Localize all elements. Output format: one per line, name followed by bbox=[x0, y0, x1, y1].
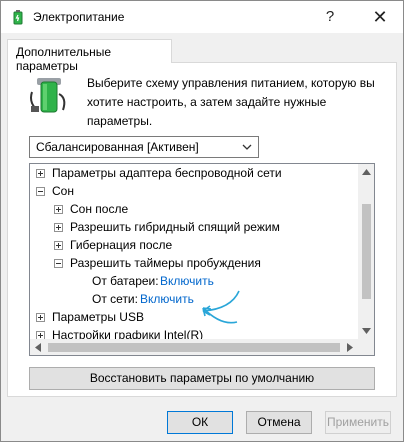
battery-power-icon bbox=[30, 78, 66, 113]
collapse-minus-icon[interactable] bbox=[36, 187, 45, 196]
apply-button[interactable]: Применить bbox=[325, 411, 391, 434]
tree-item-label: Сон после bbox=[70, 202, 129, 216]
expand-plus-icon[interactable] bbox=[54, 223, 63, 232]
tree-item-label: Гибернация после bbox=[70, 238, 173, 252]
tree-item-on-battery: От батареи: Включить bbox=[30, 272, 358, 290]
collapse-minus-icon[interactable] bbox=[54, 259, 63, 268]
settings-tree-viewport: Параметры адаптера беспроводной сети Сон… bbox=[30, 164, 358, 339]
tree-item-label: Сон bbox=[52, 184, 74, 198]
annotation-arrow-plugged-in bbox=[202, 307, 238, 324]
expand-plus-icon[interactable] bbox=[36, 313, 45, 322]
tree-item-hybrid-sleep[interactable]: Разрешить гибридный спящий режим bbox=[30, 218, 358, 236]
ok-button[interactable]: ОК bbox=[167, 411, 233, 434]
scrollbar-corner bbox=[358, 339, 374, 355]
description-text: Выберите схему управления питанием, кото… bbox=[87, 76, 375, 128]
scroll-up-arrow-icon[interactable] bbox=[362, 169, 371, 175]
power-scheme-dropdown[interactable]: Сбалансированная [Активен] bbox=[29, 136, 259, 158]
tree-item-intel-graphics[interactable]: Настройки графики Intel(R) bbox=[30, 326, 358, 339]
scroll-left-arrow-icon[interactable] bbox=[35, 343, 41, 352]
setting-label: От батареи: bbox=[92, 274, 159, 288]
tree-item-sleep[interactable]: Сон bbox=[30, 182, 358, 200]
tree-item-usb-settings[interactable]: Параметры USB bbox=[30, 308, 358, 326]
help-button[interactable]: ? bbox=[307, 1, 353, 33]
tree-item-label: Настройки графики Intel(R) bbox=[52, 328, 204, 339]
power-scheme-selected: Сбалансированная [Активен] bbox=[36, 140, 199, 154]
tree-item-label: Разрешить таймеры пробуждения bbox=[70, 256, 261, 270]
tree-item-label: Разрешить гибридный спящий режим bbox=[70, 220, 280, 234]
tab-advanced-settings[interactable]: Дополнительные параметры bbox=[7, 39, 172, 73]
tree-item-label: Параметры адаптера беспроводной сети bbox=[52, 166, 282, 180]
expand-plus-icon[interactable] bbox=[36, 169, 45, 178]
close-button[interactable]: ✕ bbox=[357, 1, 403, 33]
tree-item-label: Параметры USB bbox=[52, 310, 144, 324]
plugged-in-value-link[interactable]: Включить bbox=[140, 290, 194, 308]
expand-plus-icon[interactable] bbox=[54, 205, 63, 214]
tree-item-plugged-in: От сети: Включить bbox=[30, 290, 358, 308]
setting-label: От сети: bbox=[92, 292, 138, 306]
scroll-down-arrow-icon[interactable] bbox=[362, 328, 371, 334]
tree-item-hibernate-after[interactable]: Гибернация после bbox=[30, 236, 358, 254]
tree-item-wake-timers[interactable]: Разрешить таймеры пробуждения bbox=[30, 254, 358, 272]
restore-defaults-button[interactable]: Восстановить параметры по умолчанию bbox=[29, 367, 375, 390]
horizontal-scroll-thumb[interactable] bbox=[48, 343, 340, 352]
vertical-scrollbar[interactable] bbox=[358, 164, 374, 339]
tree-item-wireless-adapter[interactable]: Параметры адаптера беспроводной сети bbox=[30, 164, 358, 182]
cancel-button[interactable]: Отмена bbox=[246, 411, 312, 434]
window-title: Электропитание bbox=[33, 10, 125, 24]
chevron-down-icon bbox=[242, 144, 252, 150]
horizontal-scrollbar[interactable] bbox=[30, 339, 358, 355]
vertical-scroll-thumb[interactable] bbox=[362, 204, 371, 299]
title-bar: Электропитание ? ✕ bbox=[1, 1, 403, 33]
power-options-dialog: Электропитание ? ✕ Дополнительные параме… bbox=[0, 0, 404, 442]
scroll-right-arrow-icon[interactable] bbox=[347, 343, 353, 352]
power-options-icon bbox=[13, 10, 23, 25]
tree-item-sleep-after[interactable]: Сон после bbox=[30, 200, 358, 218]
expand-plus-icon[interactable] bbox=[36, 331, 45, 339]
expand-plus-icon[interactable] bbox=[54, 241, 63, 250]
